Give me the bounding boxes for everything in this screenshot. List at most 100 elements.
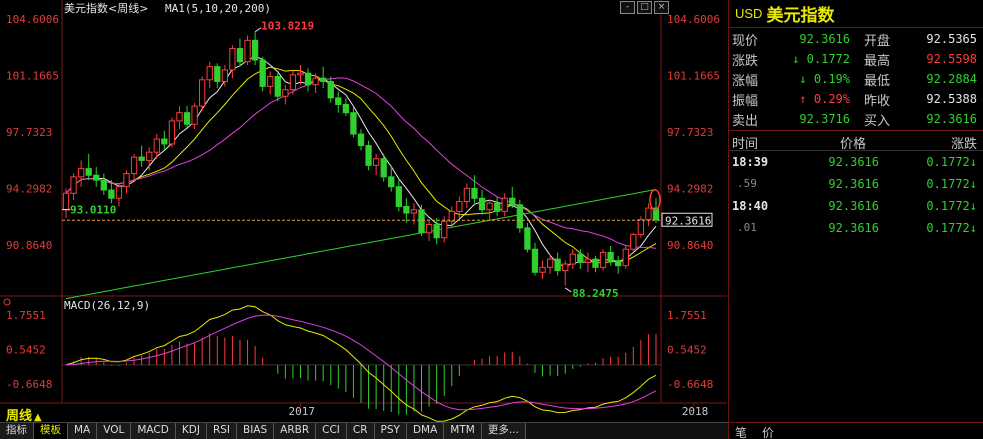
candle-body (546, 258, 554, 268)
candle-body (494, 202, 501, 212)
tab-macd[interactable]: MACD (131, 423, 176, 439)
maximize-button[interactable]: □ (637, 1, 652, 14)
candle-body (176, 112, 183, 122)
candle-body (251, 39, 259, 61)
candle-body (637, 219, 645, 235)
candle-body (312, 77, 319, 86)
quote-value: 92.3716 (799, 112, 850, 126)
candle-body (599, 252, 607, 268)
side-bottom-bar: 笔 价 (729, 422, 983, 439)
kline-chart[interactable]: 104.6006 104.6006 101.1665 101.1665 97.7323 9… (0, 0, 727, 422)
candle-body (62, 192, 70, 211)
price-axis-label-left: 94.2982 (6, 182, 52, 195)
candle-body (335, 97, 342, 105)
candle-body (229, 48, 236, 71)
tab-dma[interactable]: DMA (406, 423, 445, 439)
candle-body (70, 176, 77, 194)
macd-settings-icon (3, 298, 11, 306)
chart-title: 美元指数<周线> (64, 1, 148, 15)
macd-axis-label-right: 0.5452 (667, 343, 707, 356)
price-axis-label-left: 104.6006 (6, 13, 59, 26)
tab-cr[interactable]: CR (346, 423, 375, 439)
close-button[interactable]: × (654, 1, 669, 14)
macd-axis-label-left: 1.7551 (6, 309, 46, 322)
chart-canvas[interactable]: 104.6006 104.6006 101.1665 101.1665 97.7323 9… (0, 0, 727, 422)
tab-mtm[interactable]: MTM (444, 423, 482, 439)
price-axis-label-right: 101.1665 (667, 69, 720, 82)
quote-title: USD 美元指数 (729, 0, 983, 28)
quote-label: 开盘 (864, 33, 891, 49)
candle-body (456, 201, 463, 212)
tick-row: .59 92.3616 0.1772↓ (729, 173, 983, 195)
candle-body (282, 89, 289, 97)
candle-body (592, 258, 599, 268)
candle-body (267, 76, 274, 87)
tab-cci[interactable]: CCI (316, 423, 347, 439)
price-axis-label-left: 101.1665 (6, 69, 59, 82)
candle-body (395, 186, 402, 207)
quote-label: 最高 (864, 53, 891, 69)
quote-value: ↑ 0.29% (799, 92, 850, 106)
quote-value: ↓ 0.1772 (792, 52, 850, 66)
candle-body (388, 176, 395, 188)
tick-list[interactable]: 18:39 92.3616 0.1772↓ .59 92.3616 0.1772↓ 18:4… (729, 151, 983, 239)
candle-body (153, 138, 160, 153)
ma-line-ma5 (65, 55, 657, 268)
symbol-code: USD (735, 6, 763, 21)
quote-value: 92.5388 (926, 92, 977, 106)
candle-body (645, 207, 652, 221)
quote-value: ↓ 0.19% (799, 72, 850, 86)
tab-more[interactable]: 更多... (481, 423, 526, 439)
candle-body (478, 197, 486, 211)
candle-body (471, 187, 478, 199)
price-axis-label-right: 90.8640 (667, 239, 713, 252)
minimize-button[interactable]: - (620, 1, 635, 14)
candle-body (562, 263, 569, 272)
tab-arbr[interactable]: ARBR (274, 423, 317, 439)
candle-body (289, 74, 297, 91)
candle-body (516, 204, 523, 229)
tick-header-price: 价格 (840, 137, 867, 152)
candle-body (425, 224, 433, 234)
highlight-marker (649, 189, 661, 211)
quote-row: 卖出 92.3716 买入 92.3616 (729, 109, 983, 129)
tab-indicator[interactable]: 指标 (0, 423, 34, 439)
tab-ma[interactable]: MA (68, 423, 98, 439)
candle-body (115, 186, 123, 199)
candle-body (584, 258, 592, 263)
tick-price: 92.3616 (828, 155, 879, 169)
quote-block: 现价 92.3616 开盘 92.5365 涨跌 ↓ 0.1772 最高 92.5598 涨幅 ↓… (729, 28, 983, 131)
candle-body (244, 39, 251, 63)
symbol-name: 美元指数 (766, 6, 835, 26)
candle-body (85, 168, 92, 176)
tick-change: 0.1772↓ (926, 221, 977, 235)
candle-body (183, 112, 191, 125)
quote-value: 92.5598 (926, 52, 977, 66)
candle-body (77, 168, 85, 178)
left-annotation: 93.0110 (70, 204, 116, 217)
candle-body (350, 112, 357, 135)
candle-body (554, 258, 561, 272)
macd-legend: MACD(26,12,9) (64, 299, 150, 312)
quote-label: 最低 (864, 73, 891, 89)
low-annotation: 88.2475 (572, 287, 618, 300)
high-annotation: 103.8219 (261, 20, 314, 33)
candle-body (146, 151, 153, 161)
tab-bias[interactable]: BIAS (237, 423, 275, 439)
candle-body (441, 220, 448, 239)
candle-body (304, 72, 312, 86)
tab-price[interactable]: 价 (762, 424, 774, 439)
tab-rsi[interactable]: RSI (206, 423, 237, 439)
quote-row: 现价 92.3616 开盘 92.5365 (729, 29, 983, 49)
candle-body (221, 69, 228, 82)
candle-body (357, 133, 365, 147)
tab-vol[interactable]: VOL (97, 423, 132, 439)
tick-row: 18:39 92.3616 0.1772↓ (729, 151, 983, 173)
tab-ticks[interactable]: 笔 (735, 424, 747, 439)
tab-template[interactable]: 模板 (34, 423, 68, 439)
quote-value: 92.3616 (799, 32, 850, 46)
quote-value: 92.2884 (926, 72, 977, 86)
price-axis-label-left: 97.7323 (6, 126, 52, 139)
tab-kdj[interactable]: KDJ (175, 423, 207, 439)
tab-psy[interactable]: PSY (374, 423, 407, 439)
